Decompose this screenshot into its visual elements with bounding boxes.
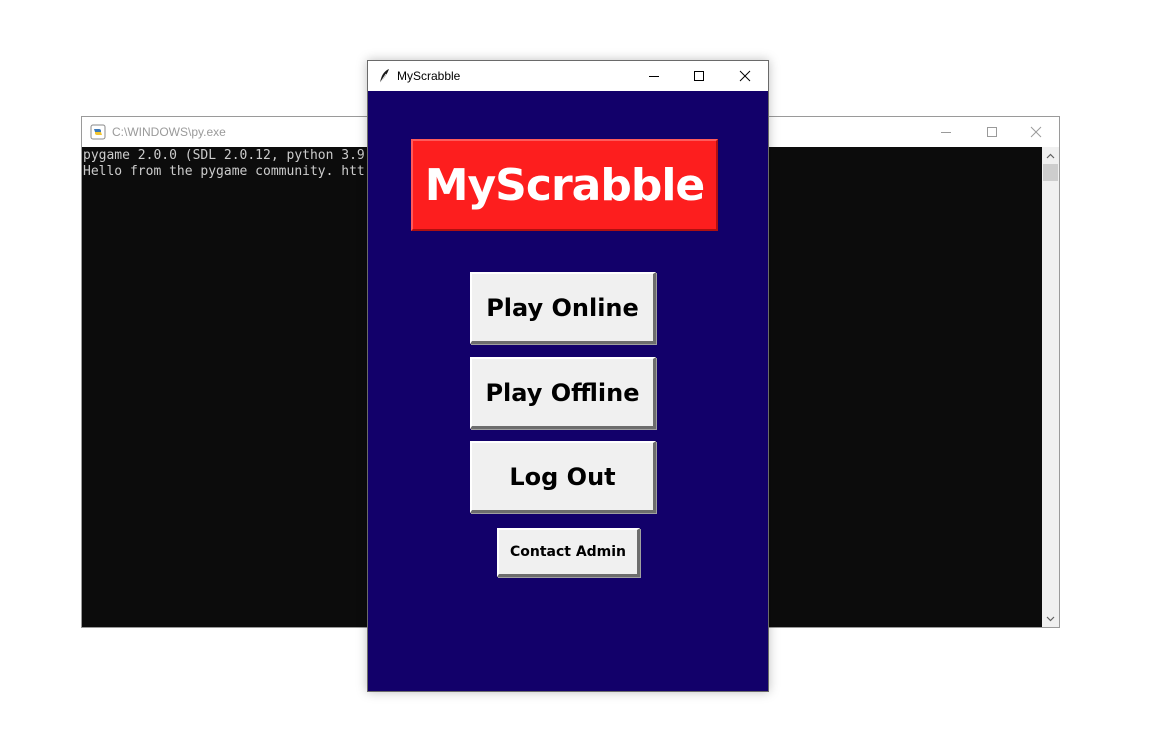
app-title: MyScrabble <box>397 69 461 83</box>
console-line: Hello from the pygame community. htt <box>83 164 365 179</box>
play-online-button[interactable]: Play Online <box>470 272 656 344</box>
app-maximize-button[interactable] <box>676 61 722 91</box>
console-close-button[interactable] <box>1013 117 1059 147</box>
contact-admin-button[interactable]: Contact Admin <box>497 528 640 577</box>
chevron-up-icon <box>1046 153 1055 158</box>
close-icon <box>739 70 751 82</box>
scroll-up-button[interactable] <box>1042 147 1059 164</box>
app-minimize-button[interactable] <box>631 61 677 91</box>
maximize-icon <box>694 71 704 81</box>
maximize-icon <box>987 127 997 137</box>
python-icon <box>90 124 106 140</box>
app-titlebar[interactable]: MyScrabble <box>368 61 768 91</box>
play-offline-button[interactable]: Play Offline <box>470 357 656 429</box>
console-scrollbar[interactable] <box>1042 147 1059 627</box>
console-maximize-button[interactable] <box>969 117 1015 147</box>
minimize-icon <box>941 132 951 133</box>
app-logo: MyScrabble <box>411 139 718 231</box>
console-minimize-button[interactable] <box>923 117 969 147</box>
app-close-button[interactable] <box>722 61 768 91</box>
console-title: C:\WINDOWS\py.exe <box>112 125 226 139</box>
close-icon <box>1030 126 1042 138</box>
minimize-icon <box>649 76 659 77</box>
scroll-down-button[interactable] <box>1042 610 1059 627</box>
feather-icon <box>378 68 392 84</box>
log-out-button[interactable]: Log Out <box>470 441 656 513</box>
myscrabble-window[interactable]: MyScrabble MyScrabble Play Online Play O… <box>367 60 769 692</box>
chevron-down-icon <box>1046 616 1055 621</box>
scroll-thumb[interactable] <box>1043 164 1058 181</box>
console-line: pygame 2.0.0 (SDL 2.0.12, python 3.9 <box>83 148 365 163</box>
